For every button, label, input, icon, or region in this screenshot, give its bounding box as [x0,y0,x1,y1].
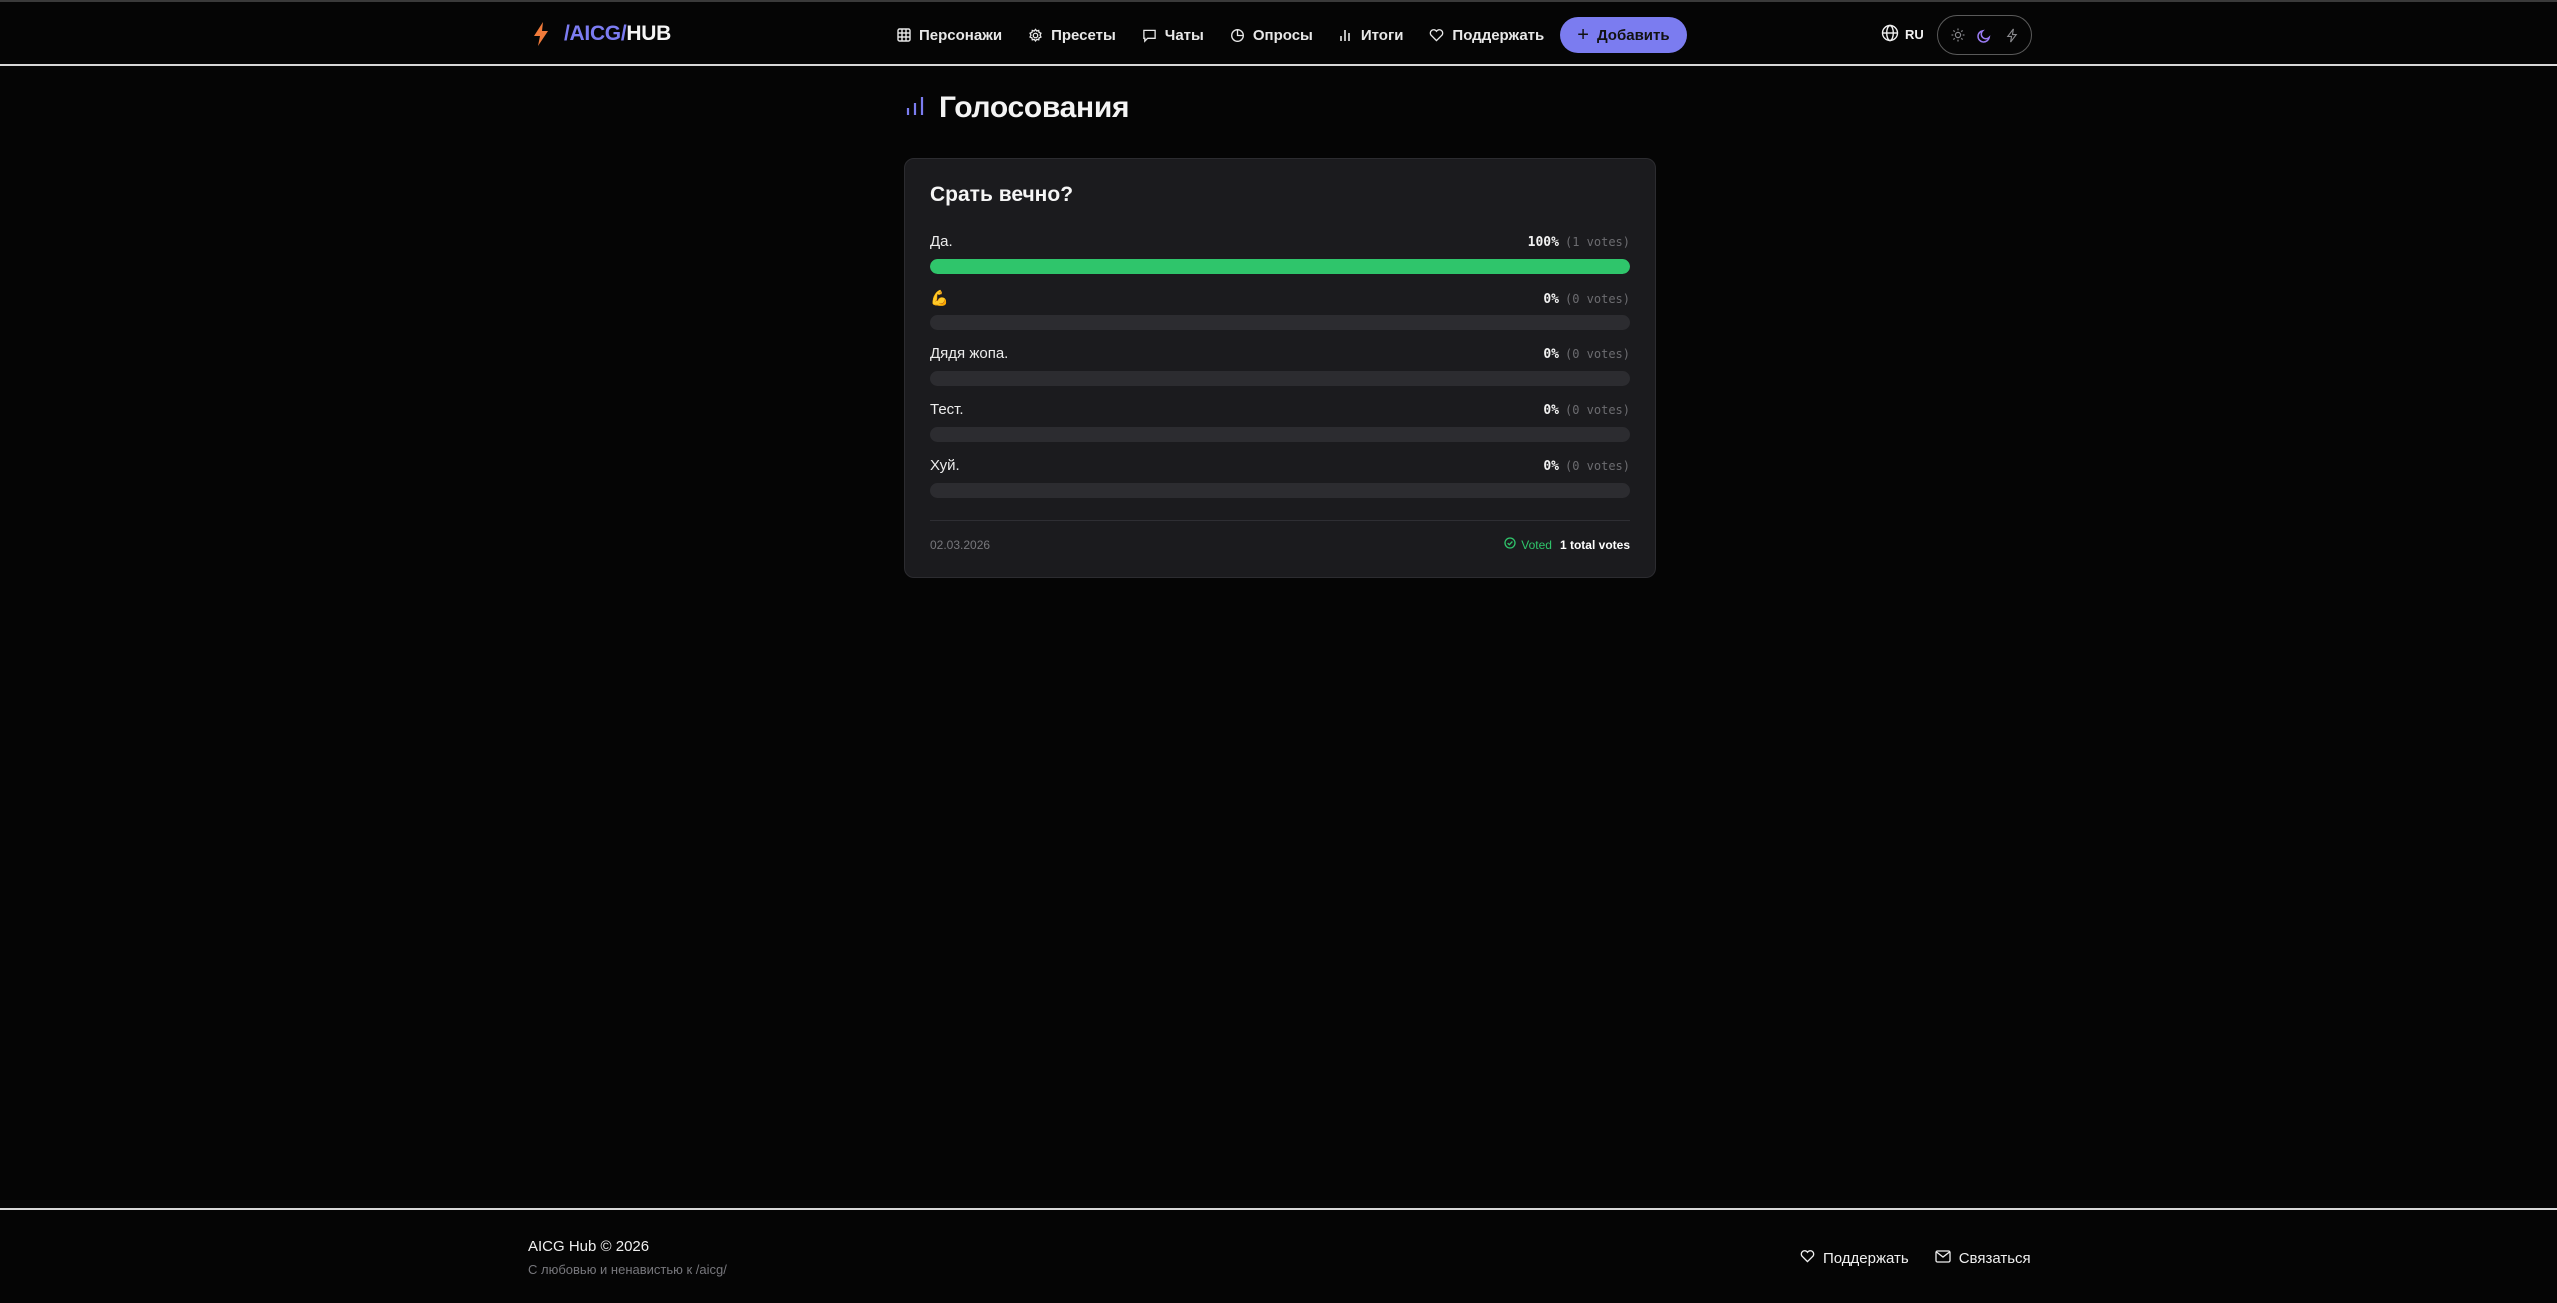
footer-support-label: Поддержать [1823,1249,1909,1267]
moon-icon[interactable] [1972,22,1998,48]
option-percent: 0% [1543,347,1559,362]
nav-label: Пресеты [1051,26,1116,44]
footer-tagline: С любовью и ненавистью к /aicg/ [528,1262,727,1277]
option-percent: 0% [1543,459,1559,474]
footer-brand: AICG Hub © 2026 [528,1238,650,1255]
page-heading: Голосования [905,88,1130,128]
voted-label: Voted [1521,537,1552,552]
footer-links: Поддержать Связаться [1800,1249,2031,1267]
voted-status: Voted [1504,537,1552,552]
option-label: 💪 [930,290,949,307]
option-votes: (0 votes) [1564,347,1630,361]
page-title: Голосования [939,91,1130,124]
nav-label: Чаты [1164,26,1204,44]
site-logo[interactable]: /AICG/HUB [532,19,671,49]
bar-chart-icon [1339,28,1353,42]
gear-icon [1028,27,1043,43]
nav-label: Персонажи [919,26,1003,44]
poll-option[interactable]: Тест. 0% (0 votes) [930,401,1630,457]
option-percent: 0% [1543,403,1559,418]
option-label: Дядя жопа. [930,345,1009,362]
poll-options: Да. 100% (1 votes) 💪 0% (0 votes) Дядя жоп… [930,233,1630,513]
logo-aicg: AICG [569,22,622,45]
sun-icon[interactable] [1945,22,1971,48]
poll-card: Срать вечно? Да. 100% (1 votes) 💪 0% (0 vo… [904,158,1656,578]
poll-question: Срать вечно? [930,183,1074,206]
nav-item-presets[interactable]: Пресеты [1015,16,1129,54]
nav-item-characters[interactable]: Персонажи [884,16,1015,54]
bolt-mode-icon[interactable] [1999,22,2025,48]
nav-label: Итоги [1360,26,1404,44]
option-bar-track [930,371,1630,386]
top-navbar: /AICG/HUB Персонажи Пресеты Чаты Опросы … [0,0,2557,66]
grid-icon [897,28,911,42]
option-label: Хуй. [930,457,960,474]
nav-item-polls[interactable]: Опросы [1217,16,1326,54]
option-bar-track [930,483,1630,498]
option-percent: 0% [1543,292,1559,307]
bolt-icon [532,21,550,47]
pie-chart-icon [1230,28,1245,43]
bar-chart-icon [905,95,925,122]
add-button[interactable]: + Добавить [1560,17,1687,53]
footer-support-link[interactable]: Поддержать [1800,1249,1909,1267]
nav-item-support[interactable]: Поддержать [1416,16,1557,54]
nav-label: Поддержать [1452,26,1545,44]
logo-hub: HUB [626,22,672,45]
option-bar-track [930,427,1630,442]
option-label: Тест. [930,401,964,418]
heart-icon [1800,1249,1815,1267]
option-label: Да. [930,233,953,250]
footer-contact-link[interactable]: Связаться [1935,1249,2031,1267]
total-votes: 1 total votes [1559,537,1630,552]
main-nav: Персонажи Пресеты Чаты Опросы Итоги Подд… [884,16,1687,54]
add-button-label: Добавить [1596,26,1670,44]
footer-contact-label: Связаться [1958,1249,2031,1267]
language-switcher[interactable]: RU [1881,22,1924,46]
option-votes: (0 votes) [1564,403,1630,417]
poll-option[interactable]: Да. 100% (1 votes) [930,233,1630,289]
poll-date: 02.03.2026 [930,537,991,552]
poll-option[interactable]: Дядя жопа. 0% (0 votes) [930,345,1630,401]
language-label: RU [1905,26,1924,42]
option-bar-fill [930,259,1630,274]
plus-icon: + [1577,24,1589,46]
option-percent: 100% [1527,235,1559,250]
option-bar-track [930,315,1630,330]
option-votes: (1 votes) [1564,235,1630,249]
nav-label: Опросы [1252,26,1313,44]
nav-item-results[interactable]: Итоги [1326,16,1417,54]
poll-footer: 02.03.2026 Voted 1 total votes [930,520,1630,552]
nav-item-chats[interactable]: Чаты [1129,16,1217,54]
heart-icon [1429,28,1444,42]
option-votes: (0 votes) [1564,292,1630,306]
check-circle-icon [1504,537,1516,552]
poll-option[interactable]: Хуй. 0% (0 votes) [930,457,1630,513]
globe-icon [1881,24,1899,45]
option-votes: (0 votes) [1564,459,1630,473]
mail-icon [1935,1249,1951,1267]
poll-option[interactable]: 💪 0% (0 votes) [930,289,1630,345]
option-bar-track [930,259,1630,274]
site-footer: AICG Hub © 2026 С любовью и ненавистью к… [0,1208,2557,1303]
theme-toggle [1937,15,2032,55]
chat-icon [1142,28,1157,43]
